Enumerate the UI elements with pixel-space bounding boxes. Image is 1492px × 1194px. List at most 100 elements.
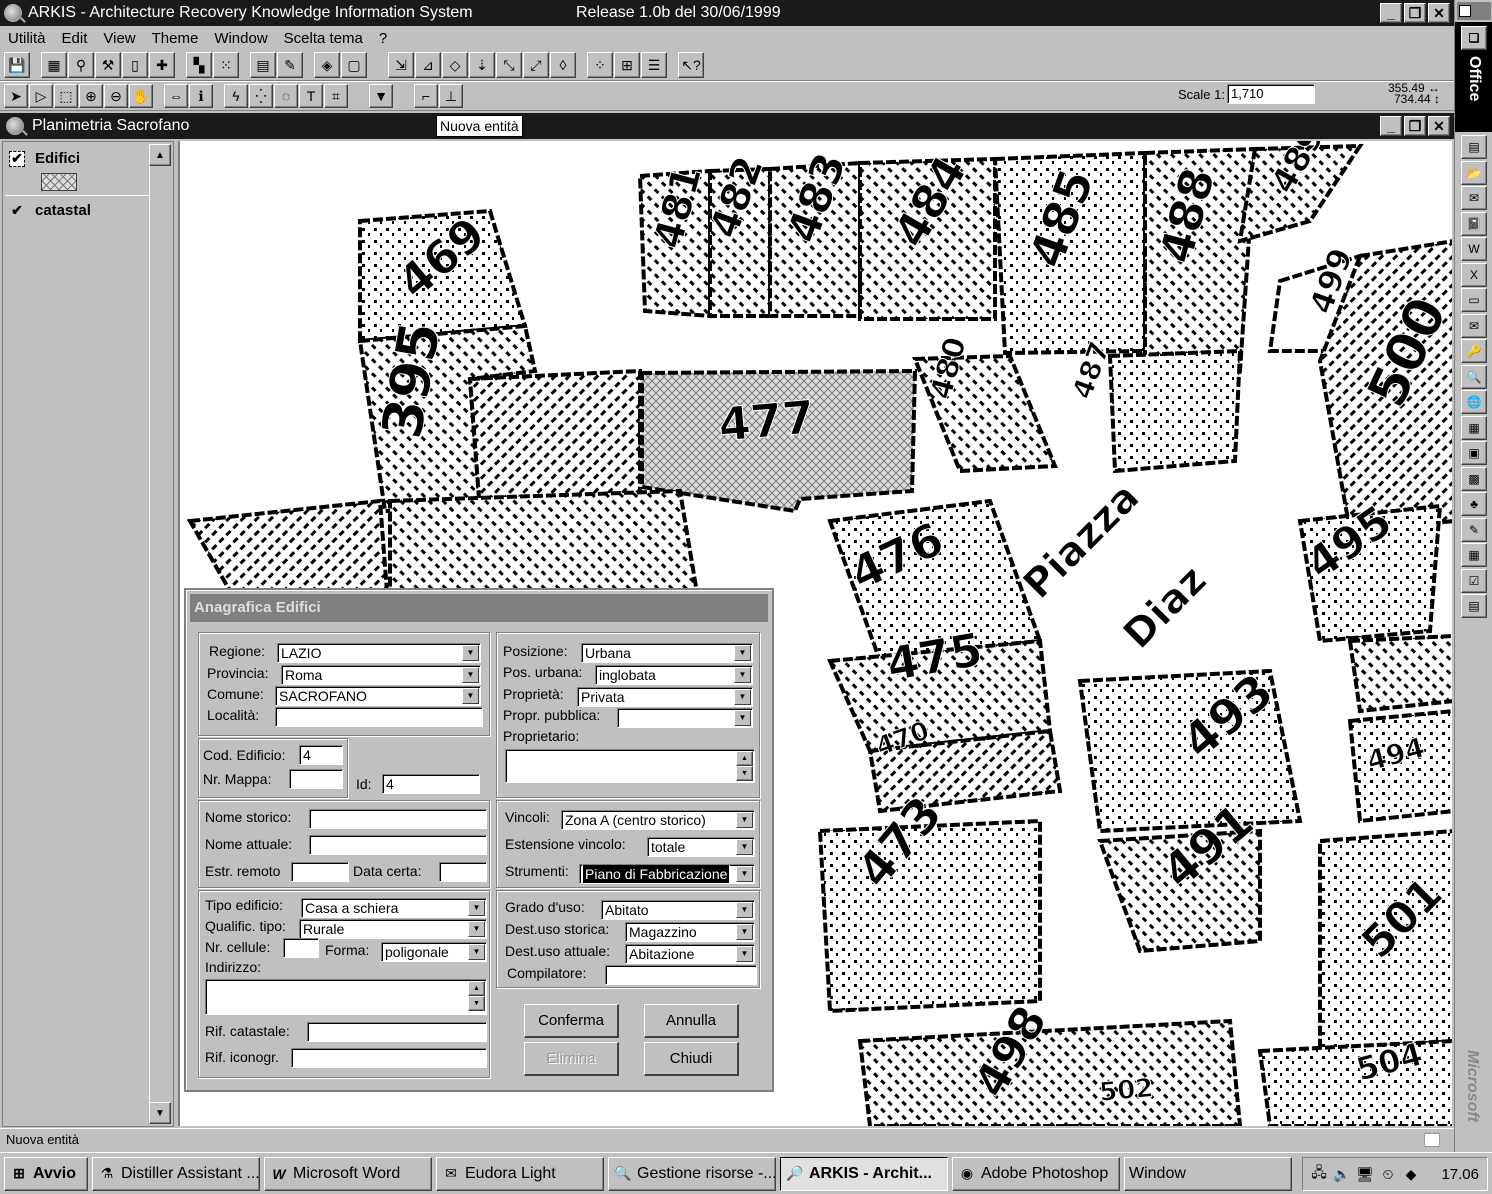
chevron-down-icon[interactable]: ▼ — [462, 667, 479, 683]
point-marker-button[interactable]: ◈ — [314, 52, 340, 78]
legend-layer-edifici[interactable]: ✔ Edifici — [5, 144, 149, 196]
speech-icon[interactable]: ◆ — [1401, 1164, 1421, 1184]
office-find-icon[interactable]: 🔍 — [1461, 364, 1487, 389]
office-journal-icon[interactable]: 📓 — [1461, 211, 1487, 236]
monitor-icon[interactable]: 🖥 — [1355, 1164, 1375, 1184]
scroll-up-icon[interactable]: ▲ — [149, 144, 171, 166]
label-tool-button[interactable]: ⌗ — [324, 84, 348, 108]
task-word[interactable]: W Microsoft Word — [264, 1156, 432, 1191]
nr-cellule-input[interactable] — [283, 938, 319, 958]
task-distiller[interactable]: ⚗ Distiller Assistant ... — [92, 1156, 260, 1191]
strumenti-select[interactable]: Piano di Fabbricazione ▼ — [579, 864, 755, 884]
hammer-query-button[interactable]: ⚒ — [95, 52, 121, 78]
office-excel-icon[interactable]: X — [1461, 262, 1487, 287]
office-powerpoint-icon[interactable]: ▭ — [1461, 288, 1487, 312]
parcel[interactable] — [467, 368, 642, 513]
scroll-down-icon[interactable]: ▼ — [149, 1102, 171, 1124]
dest-uso-attuale-select[interactable]: Abitazione ▼ — [625, 944, 755, 964]
menu-theme[interactable]: Theme — [152, 30, 199, 47]
dotted-select-button[interactable]: ⁘ — [587, 52, 613, 78]
comune-select[interactable]: SACROFANO ▼ — [275, 686, 481, 706]
indirizzo-textarea[interactable]: ▲ ▼ — [205, 979, 487, 1015]
frame-button[interactable]: ▢ — [341, 52, 367, 78]
spin-down-icon[interactable]: ▼ — [736, 766, 753, 781]
parcel[interactable] — [1347, 634, 1452, 714]
notebook-button[interactable]: ▯ — [122, 52, 148, 78]
layer-in-button[interactable]: ⇲ — [388, 52, 414, 78]
rif-catastale-input[interactable] — [307, 1022, 487, 1042]
task-window[interactable]: Window — [1124, 1156, 1292, 1191]
map-config-button[interactable]: ⊞ — [614, 52, 640, 78]
compilatore-input[interactable] — [605, 965, 757, 985]
parcel[interactable] — [1107, 348, 1243, 474]
cod-edificio-input[interactable]: 4 — [299, 745, 343, 765]
spin-down-icon[interactable]: ▼ — [468, 996, 485, 1011]
find-binoculars-button[interactable]: ⚲ — [68, 52, 94, 78]
task-photoshop[interactable]: ◉ Adobe Photoshop — [952, 1156, 1120, 1191]
measure-button[interactable]: ⇔ — [164, 84, 188, 108]
select-arrow-button[interactable]: ➤ — [4, 84, 28, 108]
office-outlook-icon[interactable]: ✉ — [1461, 313, 1487, 338]
restore-button[interactable]: ❐ — [1404, 3, 1426, 23]
select-hollow-arrow-button[interactable]: ▷ — [29, 84, 53, 108]
layer-down-button[interactable]: ⇣ — [469, 52, 495, 78]
marquee-button[interactable]: ⬚ — [54, 84, 78, 108]
pan-hand-button[interactable]: ✋ — [129, 84, 153, 108]
nome-attuale-input[interactable] — [309, 835, 487, 855]
split-tool-button[interactable]: ⊥ — [439, 84, 463, 108]
estensione-vincolo-select[interactable]: totale ▼ — [647, 837, 755, 857]
grid-layout-button[interactable]: ▚ — [186, 52, 212, 78]
new-entity-button[interactable]: ⌐ — [414, 84, 438, 108]
id-input[interactable]: 4 — [382, 774, 480, 794]
text-tool-button[interactable]: T — [299, 84, 323, 108]
propr-pubblica-select[interactable]: ▼ — [617, 708, 753, 728]
posizione-select[interactable]: Urbana ▼ — [581, 643, 753, 663]
chevron-down-icon[interactable]: ▼ — [468, 900, 485, 916]
close-button[interactable]: ✕ — [1428, 3, 1450, 23]
menu-edit[interactable]: Edit — [62, 30, 88, 47]
nome-storico-input[interactable] — [309, 809, 487, 829]
node-edit-button[interactable]: ◌ — [274, 84, 298, 108]
help-cursor-button[interactable]: ↖? — [678, 52, 704, 78]
arkis-app-icon[interactable] — [4, 4, 22, 22]
form-edit-button[interactable]: ▤ — [250, 52, 276, 78]
menu-view[interactable]: View — [103, 30, 135, 47]
chiudi-button[interactable]: Chiudi — [644, 1042, 739, 1076]
add-layer-button[interactable]: ✚ — [149, 52, 175, 78]
dest-uso-storica-select[interactable]: Magazzino ▼ — [625, 922, 755, 942]
list-upload-button[interactable]: ☰ — [641, 52, 667, 78]
rif-iconogr-input[interactable] — [291, 1048, 487, 1068]
provincia-select[interactable]: Roma ▼ — [281, 665, 481, 685]
menu-utilita[interactable]: Utilità — [8, 30, 46, 47]
proprietario-textarea[interactable]: ▲ ▼ — [505, 749, 755, 783]
table-button[interactable]: ▦ — [41, 52, 67, 78]
office-new-doc-icon[interactable]: ▤ — [1461, 135, 1487, 159]
volume-icon[interactable]: 🔈 — [1332, 1164, 1352, 1184]
diamond-down-button[interactable]: ◇ — [442, 52, 468, 78]
data-certa-input[interactable] — [439, 862, 487, 882]
child-restore-button[interactable]: ❐ — [1404, 116, 1426, 136]
chevron-down-icon[interactable]: ▼ — [734, 689, 751, 705]
localita-input[interactable] — [275, 707, 483, 727]
diamond-light-button[interactable]: ◊ — [550, 52, 576, 78]
start-button[interactable]: ⊞ Avvio — [4, 1156, 88, 1191]
vincoli-select[interactable]: Zona A (centro storico) ▼ — [561, 810, 755, 830]
annulla-button[interactable]: Annulla — [644, 1004, 739, 1038]
office-access-icon[interactable]: 🔑 — [1461, 339, 1487, 363]
chevron-down-icon[interactable]: ▼ — [736, 946, 753, 962]
chevron-down-icon[interactable]: ▼ — [734, 710, 751, 726]
pen-edit-button[interactable]: ✎ — [277, 52, 303, 78]
chevron-down-icon[interactable]: ▼ — [736, 866, 753, 882]
scheduler-icon[interactable]: ⏲ — [1378, 1164, 1398, 1184]
chevron-down-icon[interactable]: ▼ — [468, 944, 485, 960]
menu-scelta-tema[interactable]: Scelta tema — [284, 30, 363, 47]
info-button[interactable]: ℹ — [189, 84, 213, 108]
layer-checkbox-catastal[interactable]: ✔ — [9, 202, 25, 219]
layer-checkbox-edifici[interactable]: ✔ — [9, 150, 25, 167]
chevron-down-icon[interactable]: ▼ — [462, 645, 479, 661]
map-window-icon[interactable] — [6, 117, 24, 135]
office-bar-menu-icon[interactable] — [1457, 2, 1491, 20]
estr-remoto-input[interactable] — [291, 862, 349, 882]
office-note-icon[interactable]: ✎ — [1461, 517, 1487, 542]
office-briefcase-icon[interactable]: ▣ — [1461, 441, 1487, 465]
